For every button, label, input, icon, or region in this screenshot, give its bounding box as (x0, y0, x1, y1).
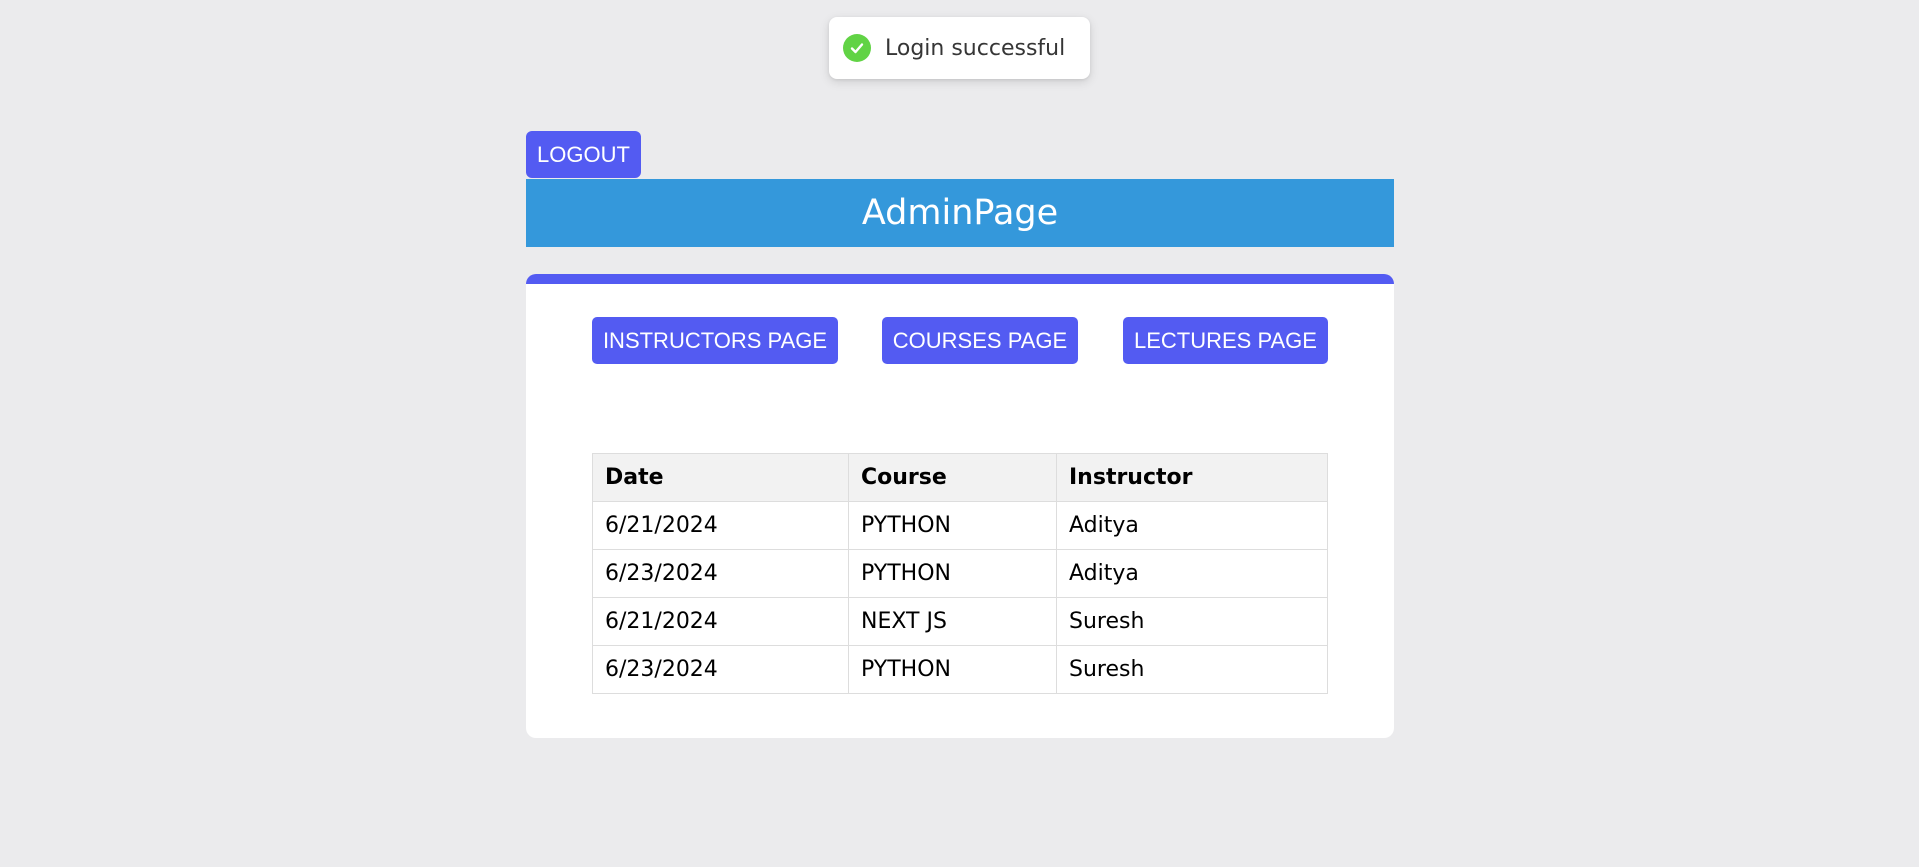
table-header-row: Date Course Instructor (592, 453, 1328, 502)
lectures-page-button[interactable]: LECTURES PAGE (1123, 317, 1328, 364)
cell-date: 6/21/2024 (592, 501, 849, 550)
admin-card: INSTRUCTORS PAGE COURSES PAGE LECTURES P… (526, 274, 1394, 738)
courses-page-button[interactable]: COURSES PAGE (882, 317, 1078, 364)
instructors-page-button[interactable]: INSTRUCTORS PAGE (592, 317, 838, 364)
cell-date: 6/23/2024 (592, 549, 849, 598)
cell-course: PYTHON (848, 645, 1057, 694)
login-toast: Login successful (829, 17, 1090, 79)
cell-instructor: Aditya (1056, 549, 1328, 598)
cell-date: 6/21/2024 (592, 597, 849, 646)
column-header-instructor: Instructor (1056, 453, 1328, 502)
lectures-table: Date Course Instructor 6/21/2024 PYTHON … (592, 453, 1328, 694)
cell-course: NEXT JS (848, 597, 1057, 646)
logout-button[interactable]: LOGOUT (526, 131, 641, 178)
toast-message: Login successful (885, 35, 1066, 61)
cell-instructor: Aditya (1056, 501, 1328, 550)
cell-instructor: Suresh (1056, 645, 1328, 694)
column-header-date: Date (592, 453, 849, 502)
table-row: 6/21/2024 PYTHON Aditya (592, 501, 1328, 550)
cell-date: 6/23/2024 (592, 645, 849, 694)
column-header-course: Course (848, 453, 1057, 502)
cell-instructor: Suresh (1056, 597, 1328, 646)
page-title: AdminPage (526, 179, 1394, 247)
table-row: 6/23/2024 PYTHON Aditya (592, 549, 1328, 598)
table-row: 6/23/2024 PYTHON Suresh (592, 645, 1328, 694)
cell-course: PYTHON (848, 501, 1057, 550)
cell-course: PYTHON (848, 549, 1057, 598)
table-row: 6/21/2024 NEXT JS Suresh (592, 597, 1328, 646)
check-circle-icon (843, 34, 871, 62)
